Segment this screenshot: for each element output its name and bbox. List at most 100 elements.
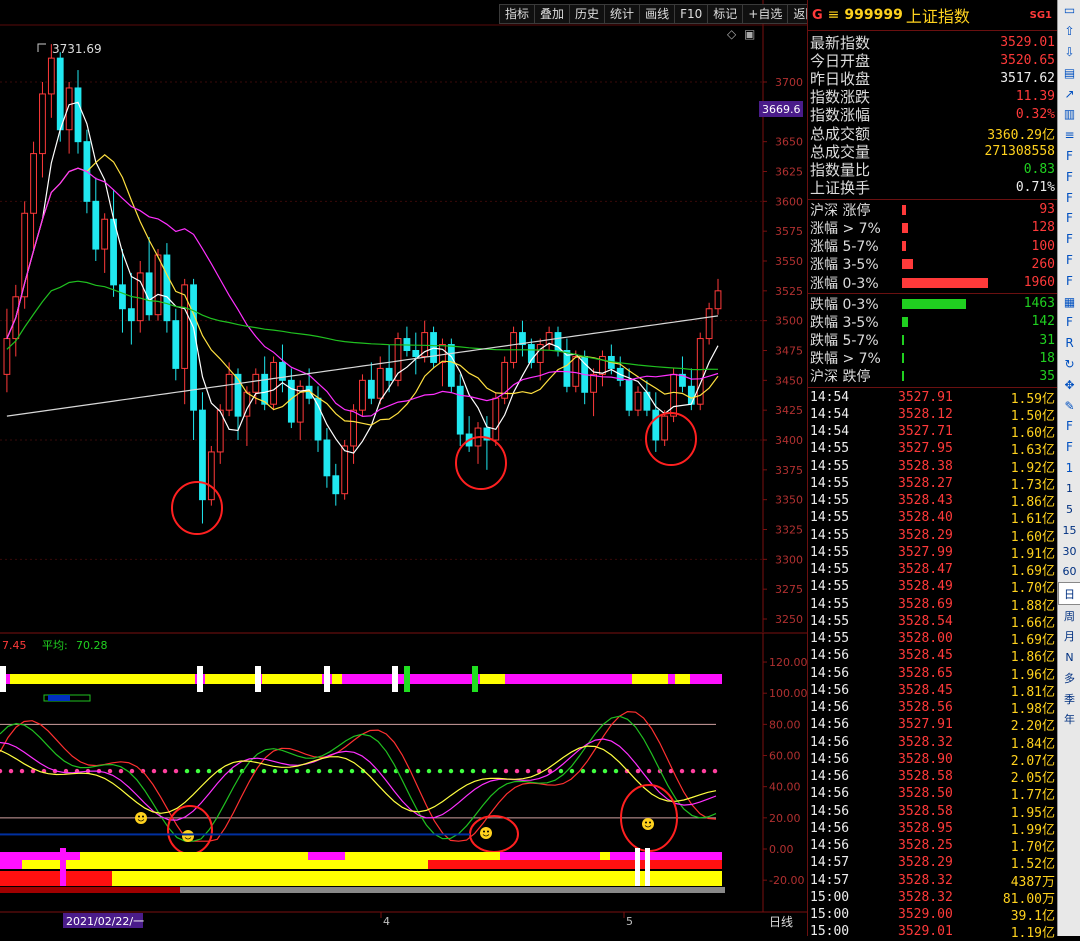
period-button[interactable]: 30 [1058, 541, 1080, 562]
indicator-bar [112, 871, 722, 886]
period-button[interactable]: 15 [1058, 520, 1080, 541]
bar-icon[interactable]: ▥ [1058, 104, 1080, 125]
tick-volume: 4387万 [1010, 874, 1055, 890]
period-button[interactable]: 1 [1058, 478, 1080, 499]
tick-row: 14:55 3527.99 1.91亿 [808, 544, 1058, 562]
tick-price: 3528.43 [898, 493, 953, 509]
window-icon[interactable]: ▭ [1058, 0, 1080, 21]
f-icon[interactable]: F [1058, 312, 1080, 333]
signal-strip-segment [262, 674, 322, 684]
candle-body [554, 332, 562, 352]
f-icon[interactable]: F [1058, 166, 1080, 187]
price-tick-label: 3425 [775, 404, 803, 417]
dot-marker [448, 768, 454, 774]
tick-volume: 1.84亿 [1010, 736, 1055, 752]
breadth-value: 93 [1039, 202, 1055, 218]
menu-icon[interactable]: ≡ [828, 7, 840, 23]
tick-volume: 1.61亿 [1010, 512, 1055, 528]
toolbar-button[interactable]: 统计 [604, 4, 641, 24]
tick-time: 14:55 [810, 510, 850, 526]
period-button[interactable]: 5 [1058, 499, 1080, 520]
list-icon[interactable]: ≡ [1058, 125, 1080, 146]
rsi-icon[interactable]: R [1058, 333, 1080, 354]
period-button[interactable]: 月 [1058, 626, 1080, 647]
stat-row: 最新指数 3529.01 [808, 33, 1058, 52]
candle-body [439, 344, 446, 363]
tick-row: 14:54 3527.91 1.59亿 [808, 389, 1058, 407]
high-price-label: 3731.69 [52, 42, 102, 56]
f-icon[interactable]: F [1058, 416, 1080, 437]
tick-time: 15:00 [810, 924, 850, 940]
kline-chart[interactable]: 3700367536503625360035753550352535003475… [0, 0, 807, 936]
g-icon[interactable]: G [812, 8, 823, 23]
dot-marker [481, 768, 487, 774]
tick-price: 3528.00 [898, 631, 953, 647]
smiley-eye [487, 830, 489, 833]
breadth-row: 跌幅 5-7% 31 [808, 331, 1058, 350]
trend-icon[interactable]: ↗ [1058, 83, 1080, 104]
candle-body [181, 284, 189, 369]
grid-icon[interactable]: ▦ [1058, 291, 1080, 312]
f-icon[interactable]: F [1058, 437, 1080, 458]
tick-row: 14:55 3528.40 1.61亿 [808, 509, 1058, 528]
kline-icon[interactable]: ▤ [1058, 62, 1080, 83]
breadth-value: 100 [1031, 238, 1055, 254]
period-button[interactable]: 60 [1058, 562, 1080, 583]
tick-price: 3528.56 [898, 700, 953, 716]
indicator-bar [610, 852, 722, 860]
toolbar-button[interactable]: 指标 [499, 4, 536, 24]
tick-volume: 1.59亿 [1010, 391, 1055, 407]
stat-row: 指数涨跌 11.39 [808, 88, 1058, 106]
toolbar-button[interactable]: F10 [674, 4, 709, 24]
tick-price: 3527.71 [898, 424, 953, 440]
toolbar-button[interactable]: 历史 [569, 4, 606, 24]
signal-strip-segment [632, 674, 668, 684]
tick-row: 15:00 3529.00 39.1亿 [808, 906, 1058, 924]
f10-icon[interactable]: F [1058, 146, 1080, 167]
dot-marker [349, 768, 355, 774]
tick-price: 3528.95 [898, 820, 953, 836]
indicator-tick-label: 20.00 [769, 812, 801, 825]
dot-marker [470, 768, 476, 774]
f-icon[interactable]: F [1058, 208, 1080, 229]
chart-area[interactable]: 3700367536503625360035753550352535003475… [0, 0, 824, 936]
indicator-bar [0, 871, 112, 886]
toolbar-button[interactable]: 画线 [639, 4, 676, 24]
f-icon[interactable]: F [1058, 250, 1080, 271]
toolbar-button[interactable]: 叠加 [534, 4, 571, 24]
period-button[interactable]: 季 [1058, 688, 1080, 709]
toolbar-button[interactable]: +自选 [742, 4, 789, 24]
breadth-row: 涨幅 > 7% 128 [808, 219, 1058, 237]
tick-price: 3527.91 [898, 389, 953, 405]
period-button[interactable]: 日 [1058, 582, 1080, 606]
tick-price: 3528.32 [898, 734, 953, 750]
pen-icon[interactable]: ✎ [1058, 395, 1080, 416]
indicator-bar [428, 860, 722, 869]
move-icon[interactable]: ✥ [1058, 374, 1080, 395]
tick-volume: 1.69亿 [1010, 564, 1055, 580]
tick-time: 14:56 [810, 665, 850, 681]
refresh-icon[interactable]: ↻ [1058, 354, 1080, 375]
tick-list[interactable]: 14:54 3527.91 1.59亿 14:54 3528.12 1.50亿 14:54 3… [808, 388, 1058, 941]
f-icon[interactable]: F [1058, 229, 1080, 250]
tick-volume: 1.70亿 [1010, 581, 1055, 597]
tick-time: 14:56 [810, 769, 850, 785]
f-icon[interactable]: F [1058, 270, 1080, 291]
tick-time: 14:57 [810, 855, 850, 871]
candle-body [492, 397, 500, 441]
candle-body [74, 87, 82, 143]
period-button[interactable]: 多 [1058, 668, 1080, 689]
one-icon[interactable]: 1 [1058, 458, 1080, 479]
dot-marker [514, 768, 520, 774]
period-button[interactable]: 年 [1058, 709, 1080, 730]
tick-time: 14:57 [810, 872, 850, 888]
f-icon[interactable]: F [1058, 187, 1080, 208]
period-button[interactable]: N [1058, 647, 1080, 668]
down-arrow-icon[interactable]: ⇩ [1058, 42, 1080, 63]
up-arrow-icon[interactable]: ⇧ [1058, 21, 1080, 42]
tick-price: 3528.47 [898, 562, 953, 578]
breadth-row: 沪深 跌停 35 [808, 367, 1058, 386]
toolbar-button[interactable]: 标记 [707, 4, 744, 24]
candle-body [341, 445, 349, 495]
period-button[interactable]: 周 [1058, 605, 1080, 626]
